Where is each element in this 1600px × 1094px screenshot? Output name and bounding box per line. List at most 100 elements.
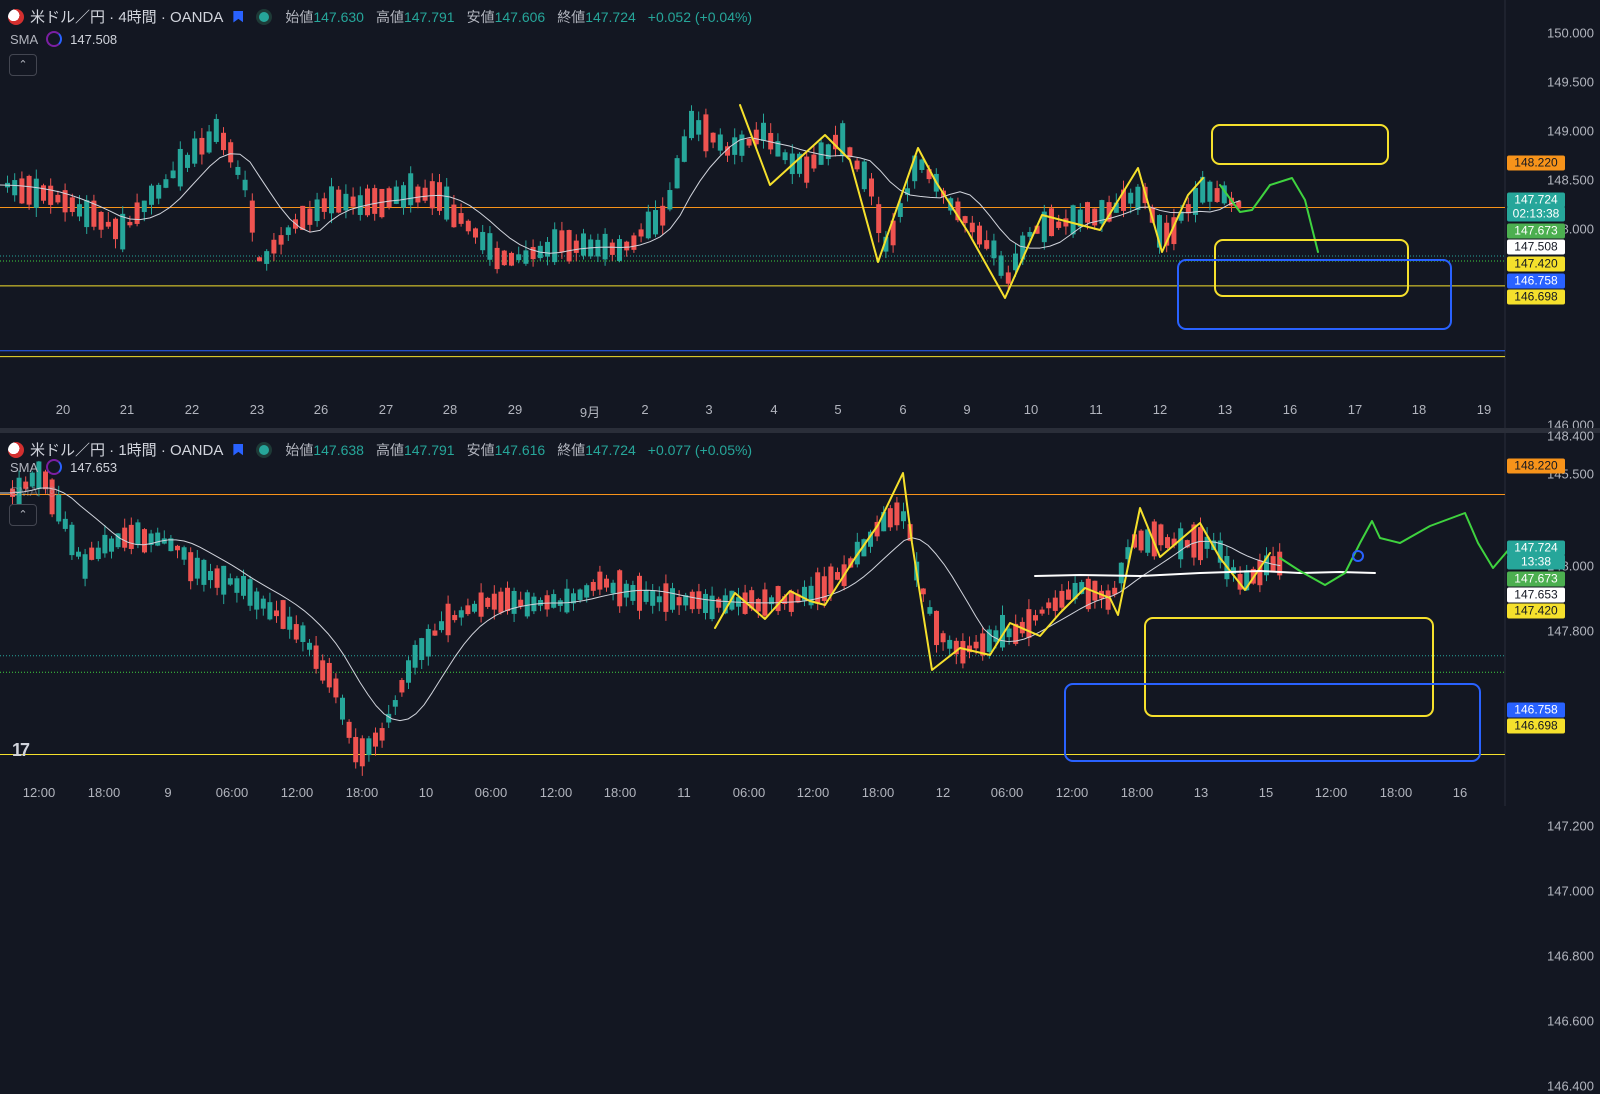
candle[interactable]: [1052, 597, 1058, 611]
candle[interactable]: [392, 700, 398, 707]
candle[interactable]: [927, 607, 933, 614]
symbol-title[interactable]: 米ドル／円 · 4時間 · OANDA: [30, 6, 223, 27]
candle[interactable]: [300, 625, 306, 642]
hand-drawn-line[interactable]: [1034, 570, 1376, 577]
candle[interactable]: [84, 200, 90, 228]
candle[interactable]: [1005, 272, 1011, 284]
candle[interactable]: [1056, 221, 1062, 228]
candle[interactable]: [577, 589, 583, 600]
candle[interactable]: [393, 186, 399, 204]
candle[interactable]: [98, 211, 104, 230]
candle[interactable]: [717, 134, 723, 151]
candle[interactable]: [544, 595, 550, 610]
candle[interactable]: [267, 602, 273, 620]
candle[interactable]: [359, 738, 365, 767]
candle[interactable]: [188, 552, 194, 582]
candle[interactable]: [465, 605, 471, 615]
candle[interactable]: [501, 250, 507, 266]
candle[interactable]: [564, 588, 570, 613]
candle[interactable]: [1006, 628, 1012, 638]
candle[interactable]: [82, 554, 88, 579]
candle[interactable]: [1165, 537, 1170, 549]
candle[interactable]: [192, 138, 198, 164]
candle[interactable]: [170, 170, 176, 179]
candle[interactable]: [825, 144, 831, 160]
candle[interactable]: [181, 547, 187, 560]
candle[interactable]: [235, 166, 241, 175]
candle[interactable]: [523, 250, 529, 264]
candle[interactable]: [234, 578, 240, 593]
candle[interactable]: [458, 610, 464, 618]
trend-drawing[interactable]: [714, 472, 1271, 671]
candle[interactable]: [1158, 524, 1164, 546]
candle[interactable]: [869, 178, 874, 197]
candle[interactable]: [1198, 527, 1203, 561]
candle[interactable]: [221, 565, 227, 595]
candle[interactable]: [559, 230, 565, 253]
candle[interactable]: [947, 639, 953, 649]
candle[interactable]: [650, 590, 656, 606]
candle[interactable]: [366, 738, 372, 756]
candle[interactable]: [920, 588, 926, 595]
candle[interactable]: [710, 132, 716, 143]
candle[interactable]: [755, 598, 761, 612]
candle[interactable]: [1138, 530, 1144, 551]
candle[interactable]: [41, 185, 46, 201]
candle[interactable]: [379, 728, 385, 741]
candle[interactable]: [77, 204, 82, 217]
candlestick-plot-1h[interactable]: [0, 433, 1600, 806]
candle[interactable]: [271, 239, 277, 254]
candle[interactable]: [689, 110, 694, 139]
collapse-legend-button[interactable]: ⌃: [9, 504, 37, 526]
candle[interactable]: [670, 588, 675, 610]
candle[interactable]: [1178, 528, 1184, 560]
candle[interactable]: [353, 736, 359, 763]
candle[interactable]: [1049, 208, 1054, 237]
candle[interactable]: [313, 645, 319, 669]
candle[interactable]: [716, 598, 722, 608]
candle[interactable]: [293, 624, 299, 640]
candle[interactable]: [55, 194, 61, 203]
candle[interactable]: [901, 511, 906, 522]
candle[interactable]: [451, 204, 457, 228]
candle[interactable]: [120, 213, 126, 250]
candle[interactable]: [518, 599, 524, 607]
candle[interactable]: [208, 571, 213, 581]
candle[interactable]: [33, 178, 39, 208]
candle[interactable]: [894, 502, 900, 526]
candle[interactable]: [432, 630, 438, 636]
candle[interactable]: [48, 185, 54, 205]
candle[interactable]: [480, 231, 486, 251]
candle[interactable]: [213, 118, 219, 142]
candle[interactable]: [346, 721, 352, 738]
candle[interactable]: [610, 582, 616, 594]
candle[interactable]: [445, 603, 451, 636]
candle[interactable]: [1128, 192, 1134, 204]
candle[interactable]: [545, 241, 550, 257]
candle[interactable]: [415, 186, 421, 203]
candle[interactable]: [105, 221, 111, 227]
candle[interactable]: [122, 527, 128, 548]
candle[interactable]: [998, 255, 1004, 276]
sma-indicator-legend[interactable]: SMA 147.508: [10, 31, 117, 47]
candle[interactable]: [254, 591, 260, 610]
candle[interactable]: [934, 610, 939, 646]
candle[interactable]: [696, 591, 702, 609]
candle[interactable]: [69, 197, 75, 213]
candle[interactable]: [854, 160, 860, 170]
candle[interactable]: [321, 198, 327, 212]
candle[interactable]: [141, 200, 147, 213]
candle[interactable]: [604, 578, 609, 588]
candle[interactable]: [472, 603, 477, 612]
rectangle-zone[interactable]: [1144, 617, 1434, 717]
candle[interactable]: [674, 158, 680, 189]
candle[interactable]: [696, 120, 702, 135]
candle[interactable]: [314, 199, 320, 222]
sma-indicator-legend[interactable]: SMA 147.653: [10, 459, 117, 475]
candle[interactable]: [573, 240, 579, 253]
candle[interactable]: [285, 227, 291, 235]
candle[interactable]: [689, 591, 695, 610]
candle[interactable]: [623, 583, 629, 598]
candle[interactable]: [487, 233, 493, 260]
candle[interactable]: [638, 229, 644, 237]
